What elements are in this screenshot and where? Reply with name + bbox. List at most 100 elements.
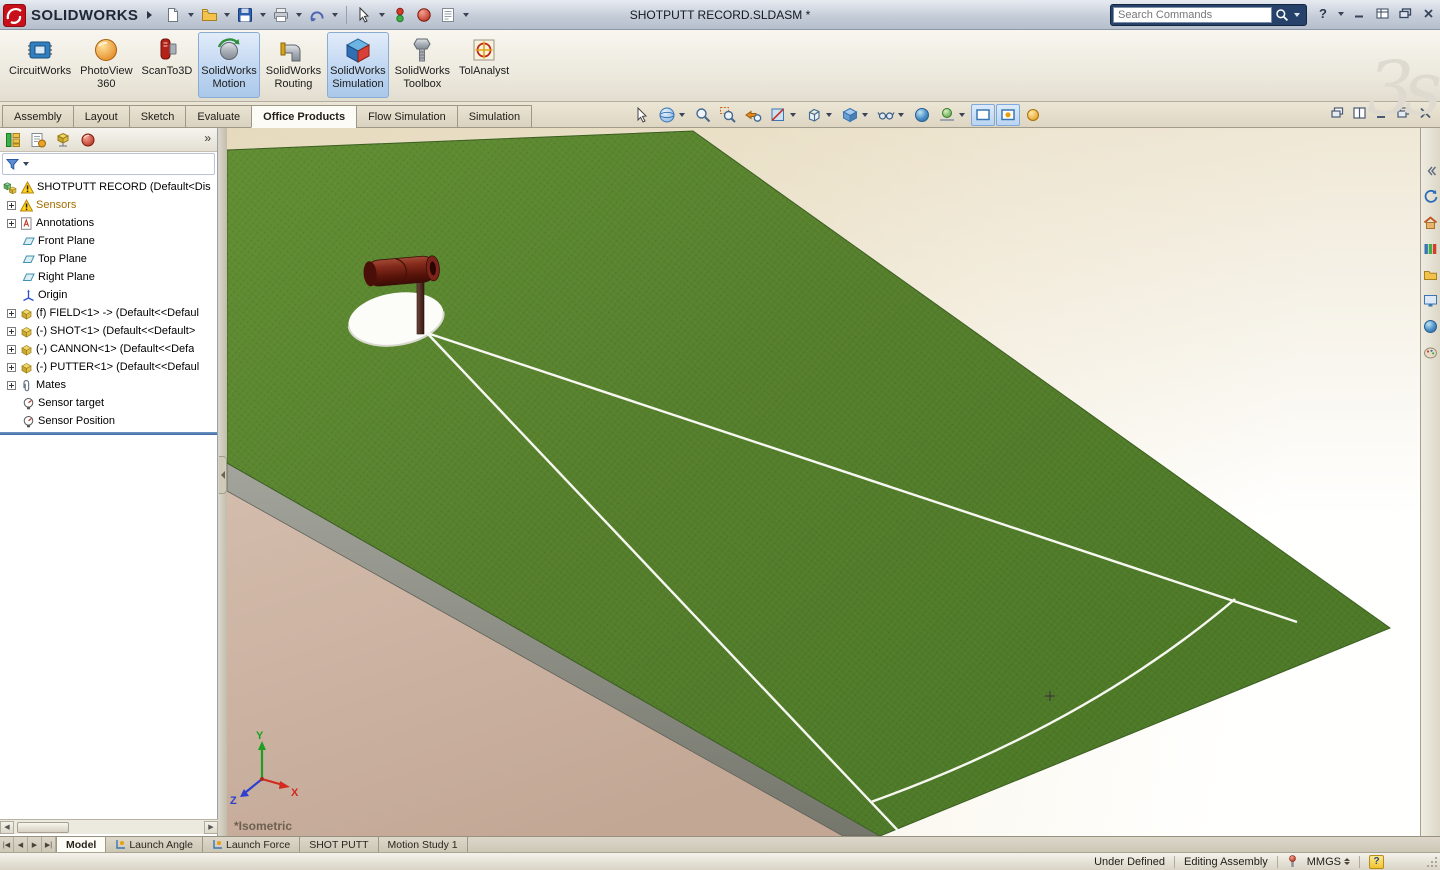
featuremanager-split-bar[interactable] bbox=[0, 432, 217, 435]
tree-item-label[interactable]: Right Plane bbox=[38, 271, 95, 283]
view-orientation-button[interactable] bbox=[802, 104, 837, 126]
addin-solidworks-motion[interactable]: SolidWorks Motion bbox=[198, 32, 260, 98]
addin-solidworks-routing[interactable]: SolidWorks Routing bbox=[263, 32, 324, 98]
expander-icon[interactable] bbox=[7, 380, 16, 390]
tab-scroll-next-icon[interactable]: ▶ bbox=[28, 837, 42, 852]
minimize-button[interactable] bbox=[1349, 4, 1369, 23]
tree-item-label[interactable]: Sensor target bbox=[38, 397, 104, 409]
tree-item-mates[interactable]: Mates bbox=[0, 376, 217, 394]
tree-item-sensors[interactable]: Sensors bbox=[0, 196, 217, 214]
tree-item-label[interactable]: Origin bbox=[38, 289, 67, 301]
tab-layout[interactable]: Layout bbox=[72, 105, 129, 128]
tree-item-top-plane[interactable]: Top Plane bbox=[0, 250, 217, 268]
section-view-button[interactable] bbox=[766, 104, 801, 126]
orbit-caret[interactable] bbox=[679, 113, 685, 117]
tab-motion-study-1[interactable]: Motion Study 1 bbox=[378, 837, 468, 852]
tree-item-label[interactable]: Front Plane bbox=[38, 235, 95, 247]
view-settings-button-2[interactable] bbox=[996, 104, 1020, 126]
open-button[interactable] bbox=[198, 4, 220, 26]
expander-icon[interactable] bbox=[7, 200, 16, 210]
scroll-right-icon[interactable]: ▶ bbox=[204, 820, 218, 834]
search-input[interactable] bbox=[1113, 7, 1272, 23]
units-spinner-icon[interactable] bbox=[1344, 858, 1350, 865]
addin-circuitworks[interactable]: CircuitWorks bbox=[6, 32, 74, 98]
solidworks-resources-icon[interactable] bbox=[1422, 188, 1439, 205]
tree-item-label[interactable]: (-) SHOT<1> (Default<<Default> bbox=[36, 325, 195, 337]
tab-office-products[interactable]: Office Products bbox=[251, 105, 357, 128]
tree-item-label[interactable]: Top Plane bbox=[38, 253, 87, 265]
expander-icon[interactable] bbox=[7, 344, 16, 354]
tree-item-sensor-target[interactable]: Sensor target bbox=[0, 394, 217, 412]
resize-grip[interactable] bbox=[1426, 856, 1438, 868]
view-palette-icon[interactable] bbox=[1422, 292, 1439, 309]
select-caret[interactable] bbox=[379, 13, 385, 17]
new-document-button[interactable] bbox=[162, 4, 184, 26]
tree-item-label[interactable]: Annotations bbox=[36, 217, 94, 229]
tab-model[interactable]: Model bbox=[56, 837, 107, 852]
chevrons-left-icon[interactable] bbox=[1422, 162, 1439, 179]
previous-view-button[interactable] bbox=[741, 104, 765, 126]
menu-expand-icon[interactable] bbox=[147, 11, 153, 19]
apply-scene-button[interactable] bbox=[935, 104, 970, 126]
tree-item-label[interactable]: Sensor Position bbox=[38, 415, 115, 427]
expander-icon[interactable] bbox=[7, 308, 16, 318]
tree-item-label[interactable]: (-) PUTTER<1> (Default<<Defaul bbox=[36, 361, 199, 373]
tab-evaluate[interactable]: Evaluate bbox=[185, 105, 252, 128]
featuremanager-tree-icon[interactable] bbox=[5, 132, 21, 148]
help-caret[interactable] bbox=[1338, 11, 1344, 16]
expander-icon[interactable] bbox=[7, 362, 16, 372]
tab-sketch[interactable]: Sketch bbox=[128, 105, 186, 128]
addin-solidworks-toolbox[interactable]: SolidWorks Toolbox bbox=[392, 32, 453, 98]
table-button[interactable] bbox=[1372, 4, 1392, 23]
tab-shot-putt[interactable]: SHOT PUTT bbox=[300, 837, 379, 852]
addin-photoview-360[interactable]: PhotoView 360 bbox=[77, 32, 135, 98]
tab-assembly[interactable]: Assembly bbox=[2, 105, 73, 128]
tab-launch-angle[interactable]: Launch Angle bbox=[106, 837, 203, 852]
save-button[interactable] bbox=[234, 4, 256, 26]
custom-properties-icon[interactable] bbox=[1422, 344, 1439, 361]
status-help-icon[interactable]: ? bbox=[1369, 854, 1384, 869]
units-selector[interactable]: MMGS bbox=[1307, 856, 1350, 868]
new-document-caret[interactable] bbox=[188, 13, 194, 17]
apply-scene-caret[interactable] bbox=[959, 113, 965, 117]
display-style-caret[interactable] bbox=[862, 113, 868, 117]
configurationmanager-icon[interactable] bbox=[55, 132, 71, 148]
help-button[interactable]: ? bbox=[1313, 4, 1333, 23]
tree-item-shot[interactable]: (-) SHOT<1> (Default<<Default> bbox=[0, 322, 217, 340]
edit-appearance-button[interactable] bbox=[910, 104, 934, 126]
tree-item-assembly-root[interactable]: SHOTPUTT RECORD (Default<Dis bbox=[0, 178, 217, 196]
tree-item-label[interactable]: (f) FIELD<1> -> (Default<<Defaul bbox=[36, 307, 199, 319]
tree-item-label[interactable]: Mates bbox=[36, 379, 66, 391]
tile-windows-icon[interactable] bbox=[1353, 107, 1366, 119]
section-view-caret[interactable] bbox=[790, 113, 796, 117]
close-button[interactable] bbox=[1418, 4, 1438, 23]
scroll-left-icon[interactable]: ◀ bbox=[0, 820, 14, 834]
light-button[interactable] bbox=[1021, 104, 1045, 126]
cascade-windows-icon[interactable] bbox=[1331, 107, 1344, 119]
home-icon[interactable] bbox=[1422, 214, 1439, 231]
tab-flow-simulation[interactable]: Flow Simulation bbox=[356, 105, 457, 128]
zoom-area-button[interactable] bbox=[716, 104, 740, 126]
addin-tolanalyst[interactable]: TolAnalyst bbox=[456, 32, 512, 98]
expander-icon[interactable] bbox=[7, 326, 16, 336]
print-button[interactable] bbox=[270, 4, 292, 26]
file-explorer-icon[interactable] bbox=[1422, 266, 1439, 283]
select-button[interactable] bbox=[353, 4, 375, 26]
print-caret[interactable] bbox=[296, 13, 302, 17]
panel-splitter[interactable] bbox=[219, 128, 227, 836]
addin-solidworks-simulation[interactable]: SolidWorks Simulation bbox=[327, 32, 389, 98]
restore-button[interactable] bbox=[1395, 4, 1415, 23]
view-orientation-caret[interactable] bbox=[826, 113, 832, 117]
tree-item-sensor-position[interactable]: Sensor Position bbox=[0, 412, 217, 430]
tree-item-label[interactable]: Sensors bbox=[36, 199, 76, 211]
displaymanager-icon[interactable] bbox=[80, 132, 96, 148]
design-library-icon[interactable] bbox=[1422, 240, 1439, 257]
orbit-button[interactable] bbox=[655, 104, 690, 126]
hide-show-caret[interactable] bbox=[898, 113, 904, 117]
undo-caret[interactable] bbox=[332, 13, 338, 17]
panel-collapse-handle[interactable] bbox=[219, 456, 227, 494]
save-caret[interactable] bbox=[260, 13, 266, 17]
panel-horizontal-scrollbar[interactable]: ◀ ▶ bbox=[0, 819, 218, 834]
scroll-thumb[interactable] bbox=[17, 821, 69, 833]
display-style-button[interactable] bbox=[838, 104, 873, 126]
